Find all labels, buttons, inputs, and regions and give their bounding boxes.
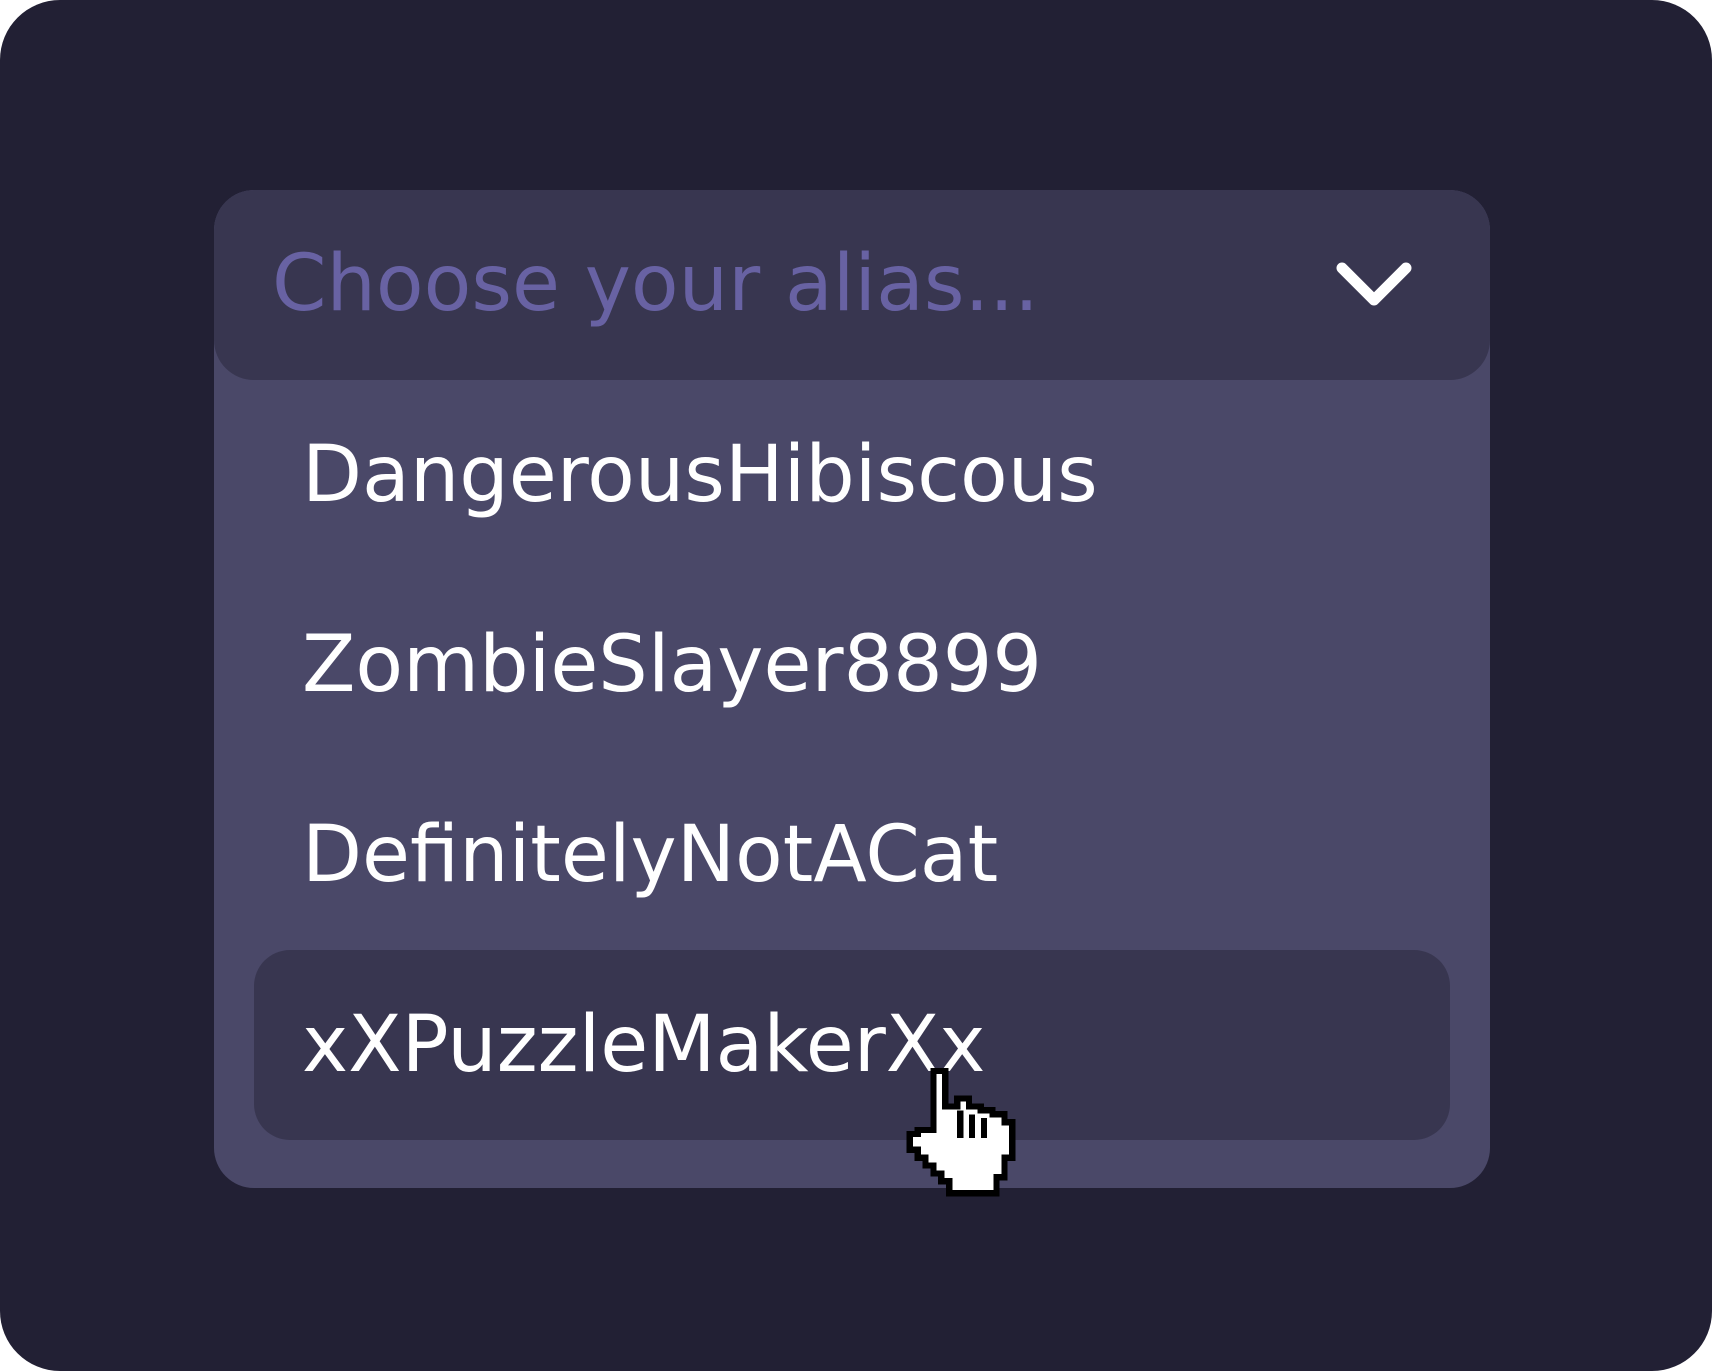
chevron-down-icon[interactable]: [1332, 248, 1416, 318]
alias-option-dangeroushibiscous[interactable]: DangerousHibiscous: [254, 380, 1450, 570]
alias-dropdown: Choose your alias... DangerousHibiscous …: [214, 190, 1490, 1188]
alias-select-placeholder: Choose your alias...: [272, 239, 1039, 329]
alias-option-definitelynotacat[interactable]: DefinitelyNotACat: [254, 760, 1450, 950]
alias-option-label: xXPuzzleMakerXx: [302, 1000, 986, 1090]
alias-option-label: DangerousHibiscous: [302, 430, 1098, 520]
alias-option-zombieslayer8899[interactable]: ZombieSlayer8899: [254, 570, 1450, 760]
alias-option-label: DefinitelyNotACat: [302, 810, 999, 900]
alias-select-trigger[interactable]: Choose your alias...: [214, 190, 1490, 380]
alias-option-label: ZombieSlayer8899: [302, 620, 1043, 710]
app-frame: Choose your alias... DangerousHibiscous …: [0, 0, 1712, 1371]
alias-option-xxpuzzlemakerxx[interactable]: xXPuzzleMakerXx: [254, 950, 1450, 1140]
